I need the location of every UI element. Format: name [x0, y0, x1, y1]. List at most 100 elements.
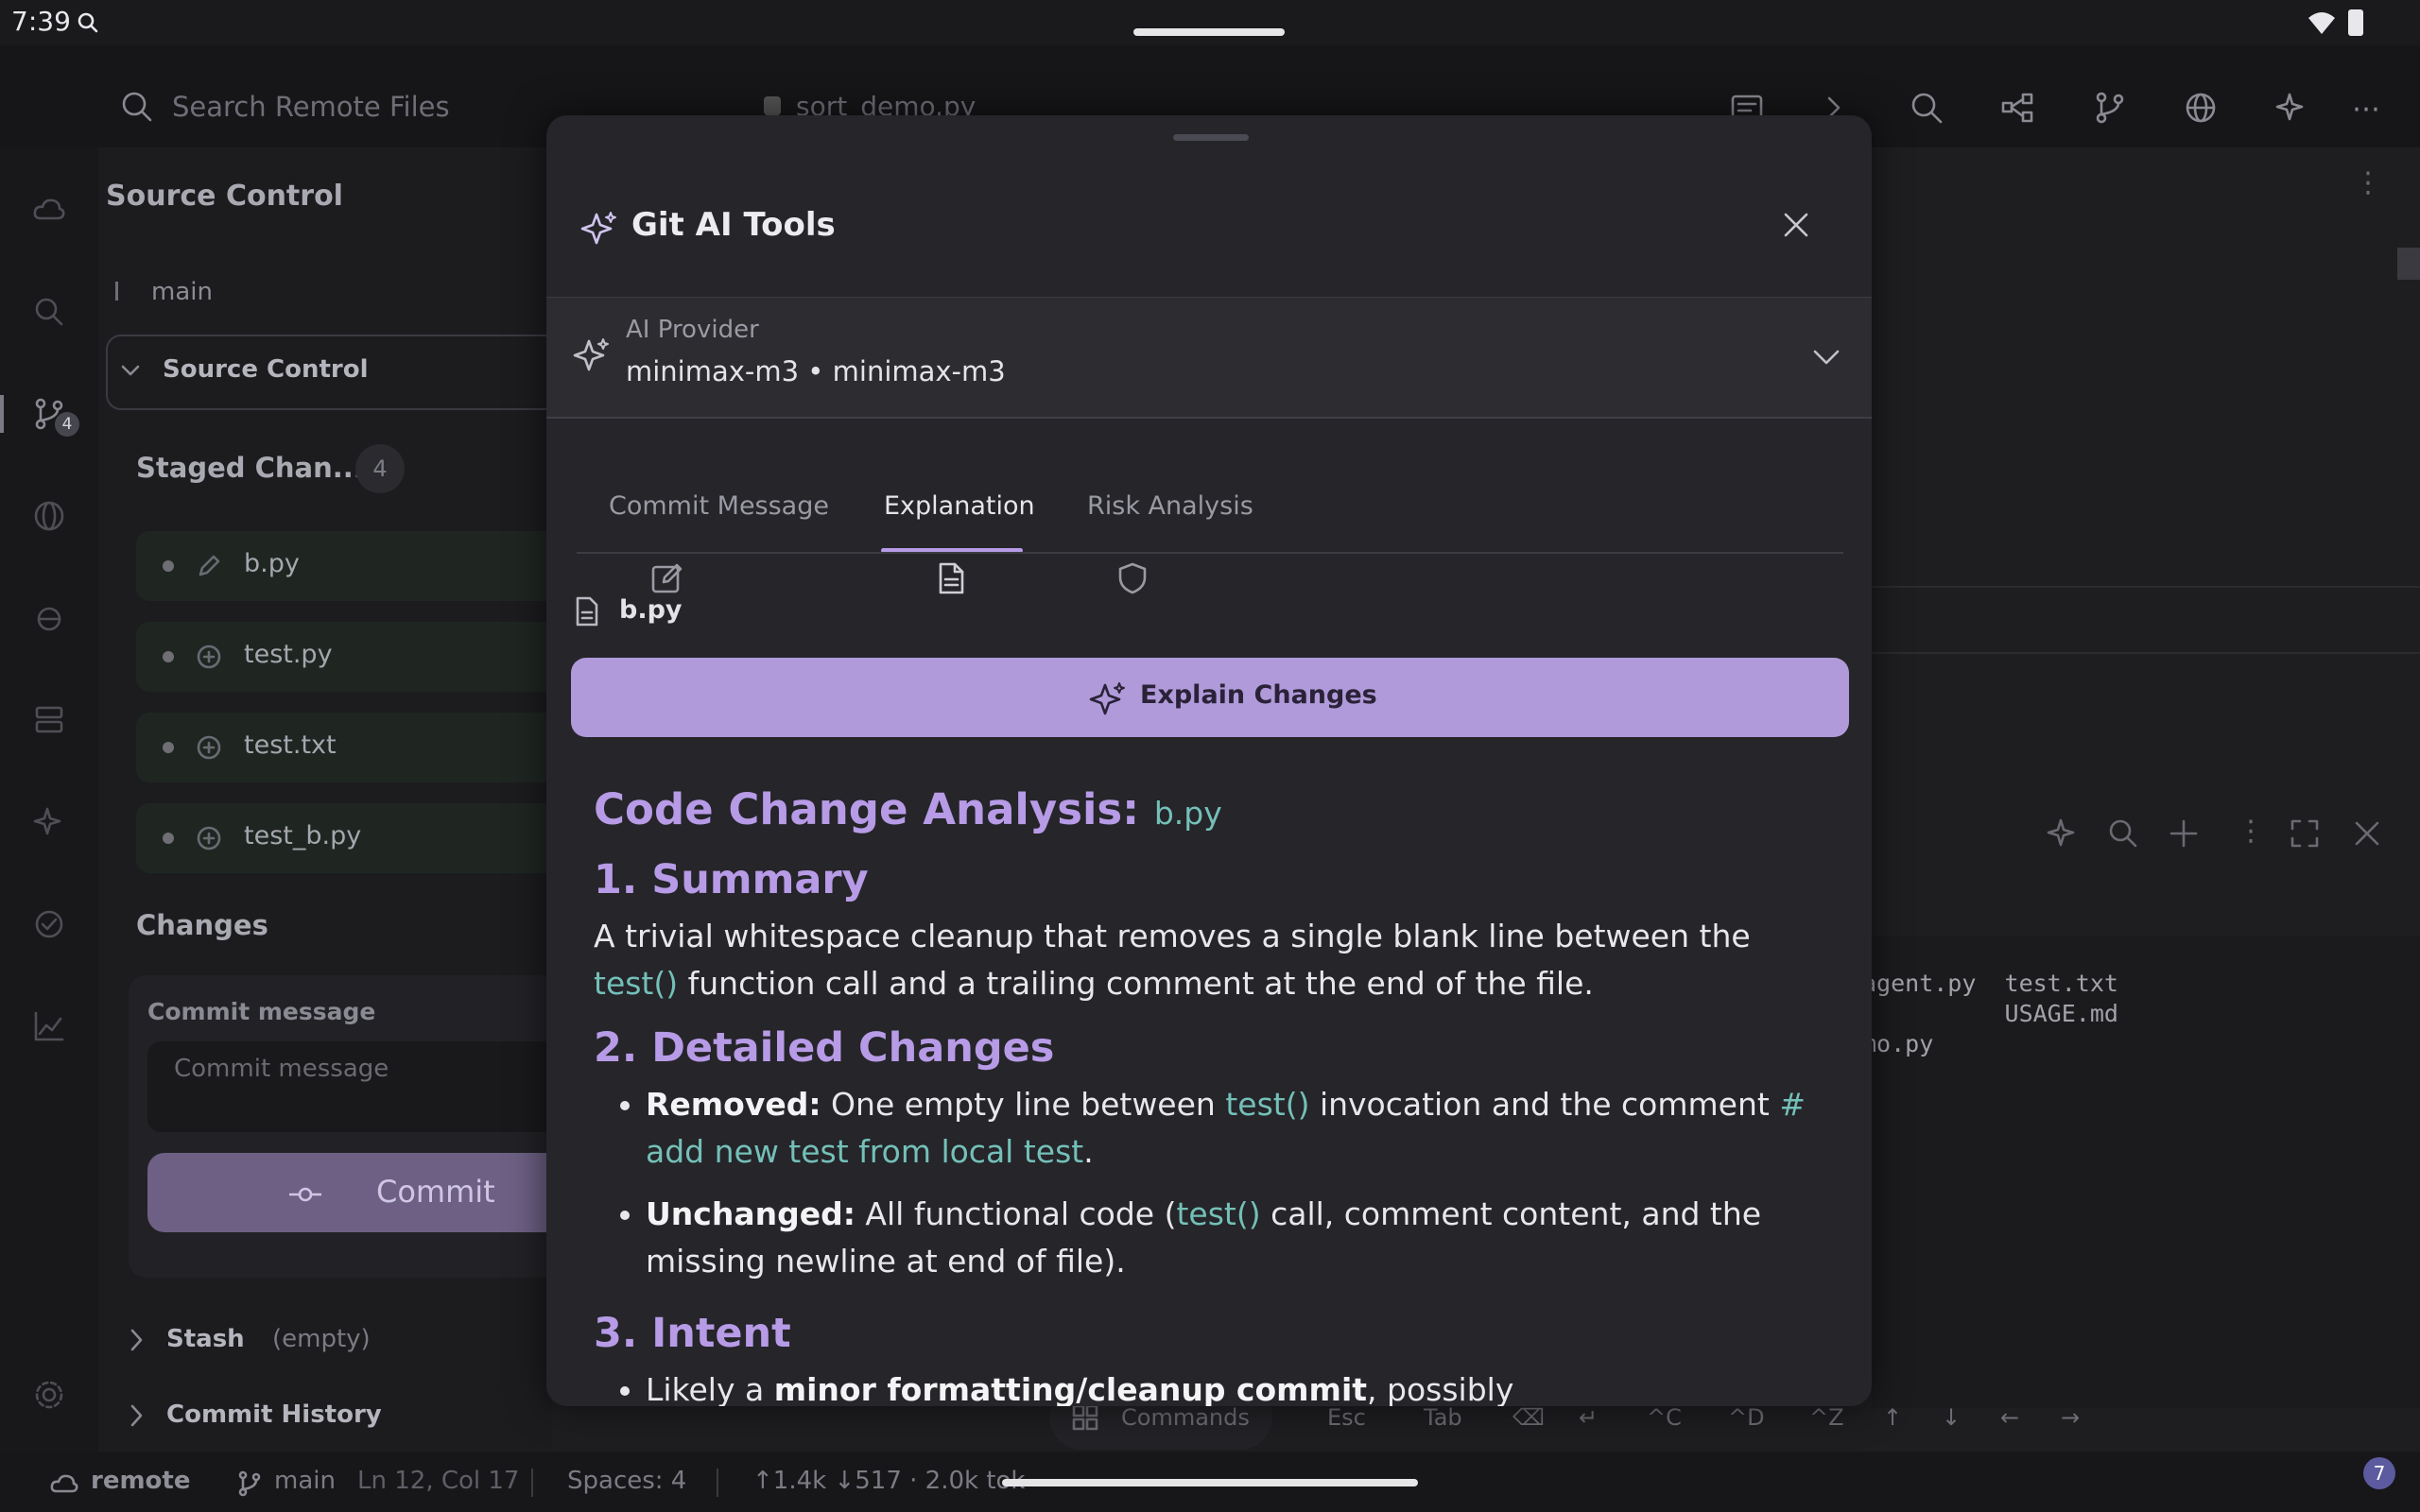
status-dot: [163, 651, 174, 662]
commit-button-label: Commit: [376, 1174, 495, 1210]
activity-rail: [0, 147, 98, 1452]
notification-badge[interactable]: 7: [2363, 1457, 2395, 1489]
git-ai-tools-sheet: Git AI Tools AI Provider minimax-m3 • mi…: [546, 115, 1872, 1406]
pencil-icon: [195, 552, 223, 580]
summary-text: A trivial whitespace cleanup that remove…: [594, 913, 1841, 1007]
staged-changes-title[interactable]: Staged Chan...: [136, 452, 364, 484]
staged-file-item[interactable]: test.py: [136, 622, 580, 692]
status-time: 7:39: [11, 6, 71, 37]
terminal-add-icon[interactable]: [2167, 816, 2201, 850]
drag-handle[interactable]: [1173, 134, 1249, 141]
key-up[interactable]: ↑: [1883, 1395, 1902, 1440]
text-run: A trivial whitespace cleanup that remove…: [594, 918, 1751, 954]
cloud-icon[interactable]: [32, 193, 66, 227]
database-icon[interactable]: [32, 703, 66, 737]
modal-title: Git AI Tools: [631, 206, 836, 244]
search-remote-files-input[interactable]: Search Remote Files: [172, 91, 450, 123]
list-item: Removed: One empty line between test() i…: [646, 1081, 1841, 1176]
list-item: Likely a minor formatting/cleanup commit…: [646, 1366, 1841, 1406]
globe-icon[interactable]: [2184, 91, 2218, 125]
settings-gear-icon[interactable]: [32, 1378, 66, 1412]
analysis-heading-text: Code Change Analysis:: [594, 784, 1140, 834]
chevron-down-icon: [1811, 342, 1841, 372]
wifi-icon: [2307, 9, 2337, 36]
gesture-pill[interactable]: [1002, 1479, 1418, 1486]
status-dot: [163, 833, 174, 844]
list-item: Unchanged: All functional code (test() c…: [646, 1191, 1841, 1285]
check-circle-icon[interactable]: [32, 907, 66, 941]
maximize-icon[interactable]: [2288, 816, 2322, 850]
indentation[interactable]: Spaces: 4: [567, 1467, 686, 1495]
commit-placeholder: Commit message: [174, 1055, 389, 1083]
terminal-ai-icon[interactable]: [2046, 816, 2080, 850]
remote-indicator[interactable]: remote: [91, 1467, 190, 1495]
terminal-line: agent.py test.txt: [1862, 970, 2118, 997]
key-down[interactable]: ↓: [1942, 1395, 1961, 1440]
find-icon[interactable]: [1910, 91, 1944, 125]
globe-rail-icon[interactable]: [32, 499, 66, 533]
chevron-right-icon: [125, 1402, 147, 1429]
sparkle-icon: [573, 336, 611, 374]
staged-file-item[interactable]: b.py: [136, 531, 580, 601]
tab-explanation[interactable]: [881, 370, 1023, 594]
bold-label: Removed:: [646, 1086, 821, 1123]
more-icon[interactable]: ⋯: [2352, 93, 2380, 126]
gesture-pill[interactable]: [1133, 28, 1285, 36]
inline-code: test(): [1176, 1195, 1261, 1232]
staged-file-name: test_b.py: [244, 821, 362, 850]
tab-commit-message[interactable]: [582, 370, 752, 593]
text-run: .: [1083, 1133, 1094, 1170]
search-rail-icon[interactable]: [32, 295, 66, 329]
plus-circle-icon: [195, 643, 223, 671]
tab-commit-message-label[interactable]: Commit Message: [609, 491, 829, 521]
text-run: Likely a: [646, 1371, 774, 1406]
close-terminal-icon[interactable]: [2350, 816, 2384, 850]
commit-button[interactable]: [147, 1153, 563, 1232]
key-right[interactable]: →: [2061, 1395, 2080, 1440]
key-left[interactable]: ←: [2000, 1395, 2019, 1440]
stash-section[interactable]: Stash: [166, 1325, 245, 1353]
branch-name[interactable]: main: [151, 278, 213, 306]
text-run: One empty line between: [821, 1086, 1226, 1123]
git-branch-icon[interactable]: [2093, 91, 2127, 125]
staged-file-name: b.py: [244, 549, 300, 578]
explanation-content: Code Change Analysis: b.py 1. Summary A …: [594, 777, 1841, 1406]
search-sparkle-icon: [76, 9, 102, 36]
close-icon[interactable]: [1781, 210, 1811, 240]
tab-explanation-label[interactable]: Explanation: [884, 491, 1035, 521]
debug-icon[interactable]: [32, 601, 66, 635]
tabs-divider: [577, 552, 1843, 554]
battery-icon: [2348, 9, 2363, 36]
summary-heading: 1. Summary: [594, 856, 869, 903]
bold-label: minor formatting/cleanup commit: [773, 1371, 1368, 1406]
status-branch[interactable]: main: [274, 1467, 336, 1495]
chart-icon[interactable]: [32, 1009, 66, 1043]
bold-label: Unchanged:: [646, 1195, 856, 1232]
inline-code: test(): [594, 965, 679, 1002]
edit-icon: [650, 561, 684, 595]
active-indicator: [0, 395, 4, 433]
text-run: function call and a trailing comment at …: [678, 965, 1594, 1002]
token-usage: ↑1.4k ↓517 · 2.0k tok: [752, 1467, 1026, 1495]
python-file-icon: [764, 96, 781, 115]
analysis-heading-file: b.py: [1153, 795, 1222, 832]
commit-history-section[interactable]: Commit History: [166, 1400, 382, 1429]
divider: [1872, 652, 2420, 654]
ai-rail-icon[interactable]: [32, 805, 66, 839]
changes-title[interactable]: Changes: [136, 909, 268, 941]
status-dot: [163, 742, 174, 753]
tab-risk-analysis-label[interactable]: Risk Analysis: [1087, 491, 1253, 521]
terminal-more-icon[interactable]: ⋮: [2237, 815, 2265, 848]
branch-icon: [236, 1470, 263, 1497]
editor-more-icon[interactable]: ⋮: [2354, 166, 2382, 199]
cursor-position[interactable]: Ln 12, Col 17: [357, 1467, 519, 1495]
terminal-search-icon[interactable]: [2106, 816, 2140, 850]
outline-icon[interactable]: [2000, 91, 2034, 125]
staged-file-item[interactable]: test.txt: [136, 713, 580, 782]
section-label: Source Control: [163, 355, 369, 384]
staged-file-name: test.py: [244, 640, 333, 669]
source-control-badge: 4: [55, 412, 79, 437]
ai-sparkle-icon[interactable]: [2274, 91, 2308, 125]
tab-risk-analysis[interactable]: [1047, 370, 1218, 594]
staged-file-item[interactable]: test_b.py: [136, 803, 580, 873]
